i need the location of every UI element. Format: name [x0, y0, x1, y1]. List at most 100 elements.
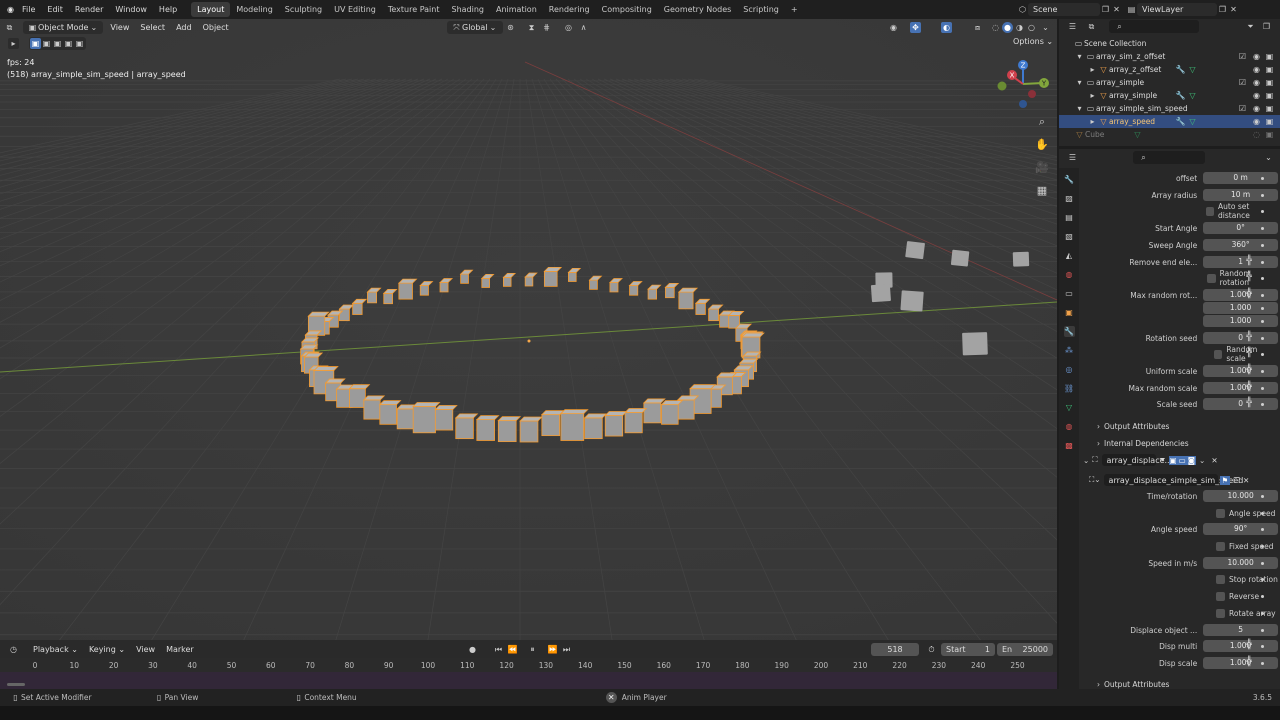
- property-value-field[interactable]: 90°: [1203, 523, 1278, 535]
- keyframe-dot-icon[interactable]: [1261, 612, 1264, 615]
- viewport-toggle-icon[interactable]: ▭: [1177, 455, 1187, 465]
- checkbox[interactable]: [1216, 608, 1225, 618]
- property-value-field[interactable]: 1.000: [1203, 657, 1278, 669]
- display-mode-icon[interactable]: ⧉: [1086, 21, 1097, 32]
- checkbox-icon[interactable]: ☑: [1237, 51, 1248, 62]
- expand-down-icon[interactable]: ▾: [1074, 77, 1085, 88]
- property-row[interactable]: Sweep Angle 360°: [1081, 238, 1278, 252]
- menu-object[interactable]: Object: [199, 21, 233, 34]
- property-value-field[interactable]: 1.000: [1203, 315, 1278, 327]
- camera-icon[interactable]: ▣: [1264, 103, 1275, 114]
- keyframe-dot-icon[interactable]: [1261, 177, 1264, 180]
- property-row[interactable]: 1.000: [1081, 301, 1278, 315]
- menu-add[interactable]: Add: [172, 21, 196, 34]
- particles-tab-icon[interactable]: ⁂: [1064, 345, 1075, 356]
- 3d-viewport[interactable]: [0, 19, 1057, 640]
- menu-view[interactable]: View: [106, 21, 133, 34]
- orientation-dropdown[interactable]: ⤧ Global ⌄: [447, 20, 503, 34]
- start-frame-field[interactable]: Start 1: [941, 642, 995, 656]
- property-row[interactable]: Time/rotation 10.000: [1081, 489, 1278, 503]
- visibility-icon[interactable]: ◉: [888, 22, 899, 33]
- zoom-icon[interactable]: ⌕: [1034, 114, 1050, 130]
- outliner-row[interactable]: ▽ Cube ▽ ◌ ▣: [1059, 128, 1280, 141]
- property-value-field[interactable]: 1.000: [1203, 365, 1278, 377]
- property-value-field[interactable]: 1.000: [1203, 289, 1278, 301]
- select-subtract-icon[interactable]: ▣: [52, 38, 63, 49]
- eye-icon[interactable]: ◉: [1251, 103, 1262, 114]
- keyframe-dot-icon[interactable]: [1261, 210, 1264, 213]
- physics-tab-icon[interactable]: ◎: [1064, 364, 1075, 375]
- timeline-scrollbar[interactable]: [7, 683, 25, 686]
- keyframe-dot-icon[interactable]: [1261, 353, 1264, 356]
- checkbox[interactable]: [1216, 541, 1225, 551]
- blender-logo-icon[interactable]: ◉: [5, 4, 16, 15]
- new-scene-icon[interactable]: ❐: [1100, 4, 1111, 15]
- keyframe-dot-icon[interactable]: [1261, 545, 1264, 548]
- material-tab-icon[interactable]: ◍: [1064, 421, 1075, 432]
- collection-tab-icon[interactable]: ▭: [1064, 288, 1075, 299]
- tab-layout[interactable]: Layout: [191, 2, 231, 17]
- attribute-toggle-icon[interactable]: ╬: [1244, 256, 1254, 267]
- select-extend-icon[interactable]: ▣: [41, 38, 52, 49]
- eye-icon[interactable]: ◉: [1251, 90, 1262, 101]
- timeline-area[interactable]: 0 10 20 30 40 50 60 70 80 90 100 110 120 130 140 150 160…: [0, 658, 1057, 689]
- attribute-toggle-icon[interactable]: ╬: [1244, 365, 1254, 376]
- expand-right-icon[interactable]: ▸: [1087, 116, 1098, 127]
- xray-icon[interactable]: ⧈: [972, 22, 983, 33]
- property-row[interactable]: Remove end ele... 1 ╬: [1081, 255, 1278, 269]
- material-shading-icon[interactable]: ◑: [1014, 22, 1025, 33]
- rendered-shading-icon[interactable]: ○: [1026, 22, 1037, 33]
- attribute-toggle-icon[interactable]: ╬: [1244, 398, 1254, 409]
- property-checkbox-row[interactable]: Reverse: [1081, 589, 1278, 603]
- node-group-field[interactable]: array_displace_simple_sim_speed: [1103, 474, 1243, 486]
- camera-icon[interactable]: ▣: [1264, 77, 1275, 88]
- eye-icon[interactable]: ◉: [1251, 77, 1262, 88]
- property-checkbox-row[interactable]: Random scale ╬: [1081, 345, 1278, 363]
- texture-tab-icon[interactable]: ▩: [1064, 440, 1075, 451]
- tab-rendering[interactable]: Rendering: [543, 2, 596, 17]
- property-value-field[interactable]: 360°: [1203, 239, 1278, 251]
- chevron-down-icon[interactable]: ⌄: [1199, 456, 1205, 465]
- keyframe-dot-icon[interactable]: [1261, 495, 1264, 498]
- render-tab-icon[interactable]: ▨: [1064, 193, 1075, 204]
- select-intersect-icon[interactable]: ▣: [74, 38, 85, 49]
- scene-collection-row[interactable]: ▭ Scene Collection: [1059, 37, 1280, 50]
- expand-down-icon[interactable]: ▾: [1074, 103, 1085, 114]
- jump-start-icon[interactable]: ⏮: [493, 644, 504, 655]
- keyframe-dot-icon[interactable]: [1261, 578, 1264, 581]
- output-tab-icon[interactable]: ▤: [1064, 212, 1075, 223]
- falloff-icon[interactable]: ∧: [578, 22, 589, 33]
- tab-animation[interactable]: Animation: [490, 2, 543, 17]
- playback-menu[interactable]: Playback ⌄: [29, 643, 82, 656]
- keyframe-dot-icon[interactable]: [1261, 320, 1264, 323]
- subpanel-header[interactable]: › Internal Dependencies: [1097, 436, 1280, 450]
- property-value-field[interactable]: 0 m: [1203, 172, 1278, 184]
- step-back-icon[interactable]: ⏪: [507, 644, 518, 655]
- attribute-toggle-icon[interactable]: ╬: [1244, 289, 1254, 300]
- eye-icon[interactable]: ◉: [1251, 64, 1262, 75]
- outliner-row[interactable]: ▸ ▽ array_simple 🔧 ▽ ◉ ▣: [1059, 89, 1280, 102]
- gizmo-toggle-icon[interactable]: ✥: [910, 22, 921, 33]
- property-checkbox-row[interactable]: Random rotation ╬: [1081, 269, 1278, 287]
- menu-edit[interactable]: Edit: [41, 5, 69, 14]
- data-tab-icon[interactable]: ▽: [1064, 402, 1075, 413]
- attribute-toggle-icon[interactable]: ╬: [1244, 348, 1254, 359]
- eye-hidden-icon[interactable]: ◌: [1251, 129, 1262, 140]
- snap-icon[interactable]: ⧗: [526, 22, 537, 33]
- keyframe-dot-icon[interactable]: [1261, 194, 1264, 197]
- property-value-field[interactable]: 5: [1203, 624, 1278, 636]
- options-button[interactable]: Options ⌄: [1013, 37, 1053, 46]
- property-row[interactable]: Max random scale 1.000 ╬: [1081, 381, 1278, 395]
- property-value-field[interactable]: 10 m: [1203, 189, 1278, 201]
- checkbox[interactable]: [1207, 273, 1216, 283]
- constraints-tab-icon[interactable]: ⛓: [1064, 383, 1075, 394]
- object-tab-icon[interactable]: ▣: [1064, 307, 1075, 318]
- pan-hand-icon[interactable]: ✋: [1034, 137, 1050, 153]
- checkbox-icon[interactable]: ☑: [1237, 103, 1248, 114]
- editmode-toggle-icon[interactable]: ▣: [1168, 455, 1178, 465]
- checkbox[interactable]: [1216, 574, 1225, 584]
- active-tool-icon[interactable]: ▸: [8, 38, 19, 49]
- attribute-toggle-icon[interactable]: ╬: [1244, 657, 1254, 668]
- record-icon[interactable]: ●: [467, 644, 478, 655]
- property-checkbox-row[interactable]: Angle speed: [1081, 506, 1278, 520]
